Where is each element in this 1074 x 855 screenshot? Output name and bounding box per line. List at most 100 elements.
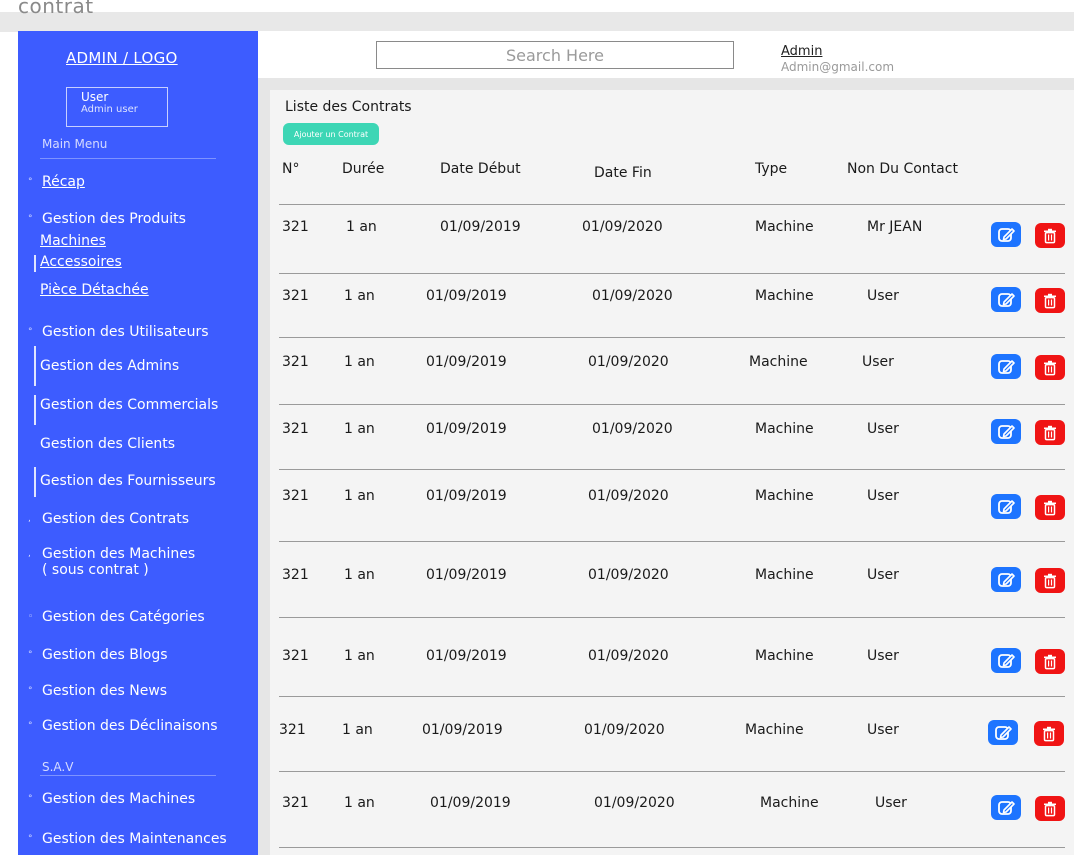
column-header: Date Fin [594,165,652,181]
table-cell: 1 an [346,219,377,235]
sidebar-item-variants[interactable]: ° Gestion des Déclinaisons [28,718,218,734]
bullet-icon: ◦ [28,612,34,622]
table-cell: 01/09/2019 [422,722,503,738]
trash-icon [1043,293,1057,309]
sidebar-item-label: Gestion des Déclinaisons [42,718,218,734]
table-cell: User [867,288,899,304]
column-header: Date Début [440,161,521,177]
sidebar-item-label: Gestion des Utilisateurs [42,324,209,340]
delete-button[interactable] [1035,495,1065,520]
sidebar-item-sav-machines[interactable]: ° Gestion des Machines [28,791,195,807]
delete-button[interactable] [1035,355,1065,380]
edit-button[interactable] [991,494,1021,519]
submenu-marker [34,467,36,497]
row-divider [279,771,1065,772]
sidebar-subitem-machines[interactable]: Machines [40,233,106,249]
edit-button[interactable] [991,795,1021,820]
sidebar-subitem-admins[interactable]: Gestion des Admins [40,358,179,374]
table-cell: 01/09/2019 [426,354,507,370]
table-cell: Machine [755,421,814,437]
table-cell: 01/09/2020 [592,288,673,304]
add-contract-button[interactable]: Ajouter un Contrat [283,123,379,145]
bullet-icon: ° [28,721,33,731]
table-cell: 01/09/2020 [588,354,669,370]
delete-button[interactable] [1035,288,1065,313]
sidebar-item-users[interactable]: ° Gestion des Utilisateurs [28,324,209,340]
column-header: N° [282,161,300,177]
edit-button[interactable] [988,720,1018,745]
table-cell: 01/09/2020 [588,567,669,583]
table-cell: 01/09/2020 [582,219,663,235]
edit-button[interactable] [991,287,1021,312]
edit-icon [997,424,1015,440]
edit-button[interactable] [991,354,1021,379]
admin-email: Admin@gmail.com [781,60,895,74]
active-marker [34,255,36,272]
sidebar-item-contracts[interactable]: , Gestion des Contrats [28,511,189,527]
bullet-icon: , [28,549,31,559]
edit-icon [997,572,1015,588]
bullet-icon: , [28,514,31,524]
table-cell: 01/09/2019 [426,648,507,664]
table-cell: User [867,567,899,583]
sidebar-item-label-line2: ( sous contrat ) [42,562,149,578]
trash-icon [1043,801,1057,817]
delete-button[interactable] [1035,568,1065,593]
column-header: Durée [342,161,385,177]
edit-icon [994,725,1012,741]
row-divider [279,273,1065,274]
edit-icon [997,359,1015,375]
column-header: Non Du Contact [847,161,958,177]
table-cell: 321 [282,354,309,370]
table-cell: 321 [282,421,309,437]
sidebar-item-news[interactable]: ° Gestion des News [28,683,167,699]
admin-name[interactable]: Admin [781,45,822,59]
table-cell: 1 an [344,354,375,370]
sidebar-item-products[interactable]: ° Gestion des Produits [28,211,186,227]
search-input[interactable] [376,41,734,69]
sidebar-item-recap[interactable]: ° Récap [28,174,85,190]
edit-button[interactable] [991,419,1021,444]
edit-button[interactable] [991,567,1021,592]
top-header: Admin Admin@gmail.com [258,31,1074,78]
table-cell: 321 [282,795,309,811]
sidebar-item-label: Récap [42,174,85,190]
table-cell: Machine [749,354,808,370]
user-card[interactable]: User Admin user [66,87,168,127]
row-divider [279,337,1065,338]
delete-button[interactable] [1035,796,1065,821]
submenu-marker [34,395,36,425]
delete-button[interactable] [1035,420,1065,445]
edit-button[interactable] [991,648,1021,673]
trash-icon [1043,425,1057,441]
row-divider [279,541,1065,542]
sidebar-subitem-spare-parts[interactable]: Pièce Détachée [40,282,149,298]
delete-button[interactable] [1035,649,1065,674]
delete-button[interactable] [1035,223,1065,248]
table-cell: 321 [282,648,309,664]
table-cell: 321 [282,488,309,504]
sidebar-subitem-commercials[interactable]: Gestion des Commercials [40,397,218,413]
table-cell: 321 [282,219,309,235]
table-cell: 1 an [344,421,375,437]
top-bar [0,12,1074,32]
sidebar-item-categories[interactable]: ◦ Gestion des Catégories [28,609,205,625]
sidebar: ADMIN / LOGO User Admin user Main Menu °… [18,31,258,855]
user-role: Admin user [81,104,138,115]
sidebar-item-blogs[interactable]: ° Gestion des Blogs [28,647,168,663]
edit-icon [997,499,1015,515]
table-cell: 01/09/2019 [430,795,511,811]
sidebar-item-label: Gestion des Contrats [42,511,190,527]
submenu-marker [34,346,36,386]
table-cell: Mr JEAN [867,219,923,235]
edit-button[interactable] [991,222,1021,247]
sidebar-subitem-accessories[interactable]: Accessoires [40,254,122,270]
sidebar-item-maintenance[interactable]: ° Gestion des Maintenances [28,831,227,847]
sidebar-subitem-clients[interactable]: Gestion des Clients [40,436,175,452]
logo[interactable]: ADMIN / LOGO [66,49,178,67]
bullet-icon: ° [28,177,33,187]
sidebar-item-machines-contract[interactable]: , Gestion des Machines( sous contrat ) [28,546,195,578]
delete-button[interactable] [1034,721,1064,746]
sidebar-subitem-suppliers[interactable]: Gestion des Fournisseurs [40,473,216,489]
table-cell: 01/09/2020 [588,488,669,504]
